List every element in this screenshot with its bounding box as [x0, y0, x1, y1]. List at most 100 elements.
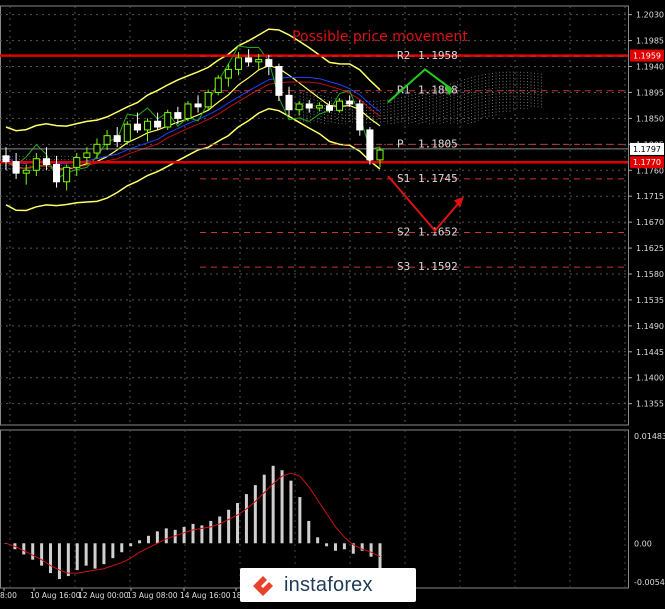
- lagging-line: [6, 46, 380, 179]
- candle-body: [134, 124, 140, 130]
- candles: [3, 49, 383, 190]
- candle-body: [3, 156, 9, 162]
- support-price-tag: 1.1770: [633, 158, 661, 167]
- price-tick-label: 1.1850: [636, 114, 664, 123]
- pivot-label-s3: S3: [397, 260, 410, 273]
- candle-body: [306, 104, 312, 108]
- candle-body: [155, 121, 161, 127]
- time-tick-label: 10 Aug 16:00: [30, 591, 81, 600]
- macd-bar: [22, 543, 25, 554]
- candle-body: [215, 78, 221, 92]
- macd-bar: [192, 524, 195, 543]
- candle-body: [114, 136, 120, 142]
- macd-bar: [165, 528, 168, 543]
- macd-bar: [236, 503, 239, 543]
- macd-bar: [76, 543, 79, 570]
- ichimoku-cloud: [2, 72, 542, 171]
- macd-bar: [298, 497, 301, 543]
- bollinger-middle: [6, 66, 380, 170]
- macd-bar: [289, 481, 292, 544]
- macd-bar: [40, 543, 43, 565]
- macd-bar: [245, 494, 248, 543]
- candle-body: [246, 58, 252, 62]
- macd-bar: [218, 516, 221, 543]
- instaforex-watermark: instaforex: [240, 568, 416, 602]
- pivot-label-r2: R2: [397, 49, 410, 62]
- macd-bar: [272, 466, 275, 544]
- macd-bar: [138, 540, 141, 543]
- macd-tick-label: 0.00: [634, 539, 652, 548]
- candle-body: [64, 167, 70, 181]
- macd-bar: [227, 510, 230, 544]
- macd-bar: [49, 543, 52, 573]
- macd-bar: [183, 527, 186, 543]
- watermark-text: instaforex: [284, 574, 373, 597]
- macd-bar: [325, 543, 328, 546]
- resistance-price-tag: 1.1959: [633, 52, 661, 61]
- candle-body: [23, 170, 29, 173]
- candle-body: [43, 159, 49, 165]
- candle-body: [337, 101, 343, 110]
- price-tick-label: 1.1895: [636, 88, 664, 97]
- candle-body: [296, 104, 302, 110]
- candle-body: [185, 104, 191, 118]
- macd-bar: [120, 543, 123, 552]
- macd-bar: [254, 485, 257, 543]
- chart-canvas[interactable]: R21.1958R11.1898P1.1805S11.1745S21.1652S…: [0, 0, 665, 605]
- pivot-value-p: 1.1805: [418, 137, 458, 150]
- price-tick-label: 1.1985: [636, 37, 664, 46]
- time-tick-label: 14 Aug 16:00: [180, 591, 231, 600]
- price-tick-label: 1.1400: [636, 374, 664, 383]
- candle-body: [326, 106, 332, 111]
- candle-body: [286, 95, 292, 109]
- macd-tick-label: -0.00541: [634, 578, 665, 587]
- price-axis: 1.20301.19851.19401.18951.18501.18051.17…: [628, 11, 664, 409]
- candle-body: [205, 92, 211, 106]
- candle-body: [195, 104, 201, 107]
- macd-bar: [94, 543, 97, 568]
- chart-title: Possible price movement: [292, 29, 468, 45]
- candle-body: [276, 67, 282, 96]
- candle-body: [94, 144, 100, 153]
- candle-body: [377, 150, 383, 160]
- macd-bar: [85, 543, 88, 565]
- time-tick-label: 8:00: [0, 591, 17, 600]
- macd-bar: [334, 543, 337, 550]
- candle-body: [175, 113, 181, 119]
- price-tick-label: 1.1580: [636, 270, 664, 279]
- macd-tick-label: 0.01483: [634, 432, 665, 441]
- price-tick-label: 1.1940: [636, 63, 664, 72]
- candle-body: [144, 121, 150, 130]
- price-tick-label: 1.1445: [636, 348, 664, 357]
- pivot-label-p: P: [397, 137, 404, 150]
- macd-bar: [263, 475, 266, 544]
- macd-bar: [316, 537, 319, 543]
- candle-body: [266, 60, 272, 67]
- macd-bar: [343, 543, 346, 549]
- candle-body: [33, 159, 39, 171]
- macd-bar: [147, 536, 150, 543]
- time-tick-label: 13 Aug 08:00: [127, 591, 178, 600]
- macd-bar: [67, 543, 70, 576]
- pivot-label-r1: R1: [397, 84, 410, 97]
- price-tick-label: 1.2030: [636, 11, 664, 20]
- macd-bar: [58, 543, 61, 579]
- candle-body: [124, 124, 130, 141]
- candle-body: [74, 158, 80, 168]
- candle-body: [347, 101, 353, 104]
- candle-body: [316, 106, 322, 108]
- candle-body: [84, 153, 90, 158]
- current-price-tag: 1.1797: [633, 145, 661, 154]
- price-tick-label: 1.1625: [636, 244, 664, 253]
- candle-body: [13, 162, 19, 174]
- macd-bar: [129, 543, 132, 546]
- pivot-value-r2: 1.1958: [418, 49, 458, 62]
- candle-body: [165, 113, 171, 127]
- macd-bar: [31, 543, 34, 559]
- candle-body: [225, 69, 231, 78]
- macd-bar: [307, 521, 310, 543]
- macd-signal-line: [6, 473, 380, 573]
- candle-body: [357, 104, 363, 130]
- macd-bar: [370, 543, 373, 556]
- candle-body: [104, 136, 110, 145]
